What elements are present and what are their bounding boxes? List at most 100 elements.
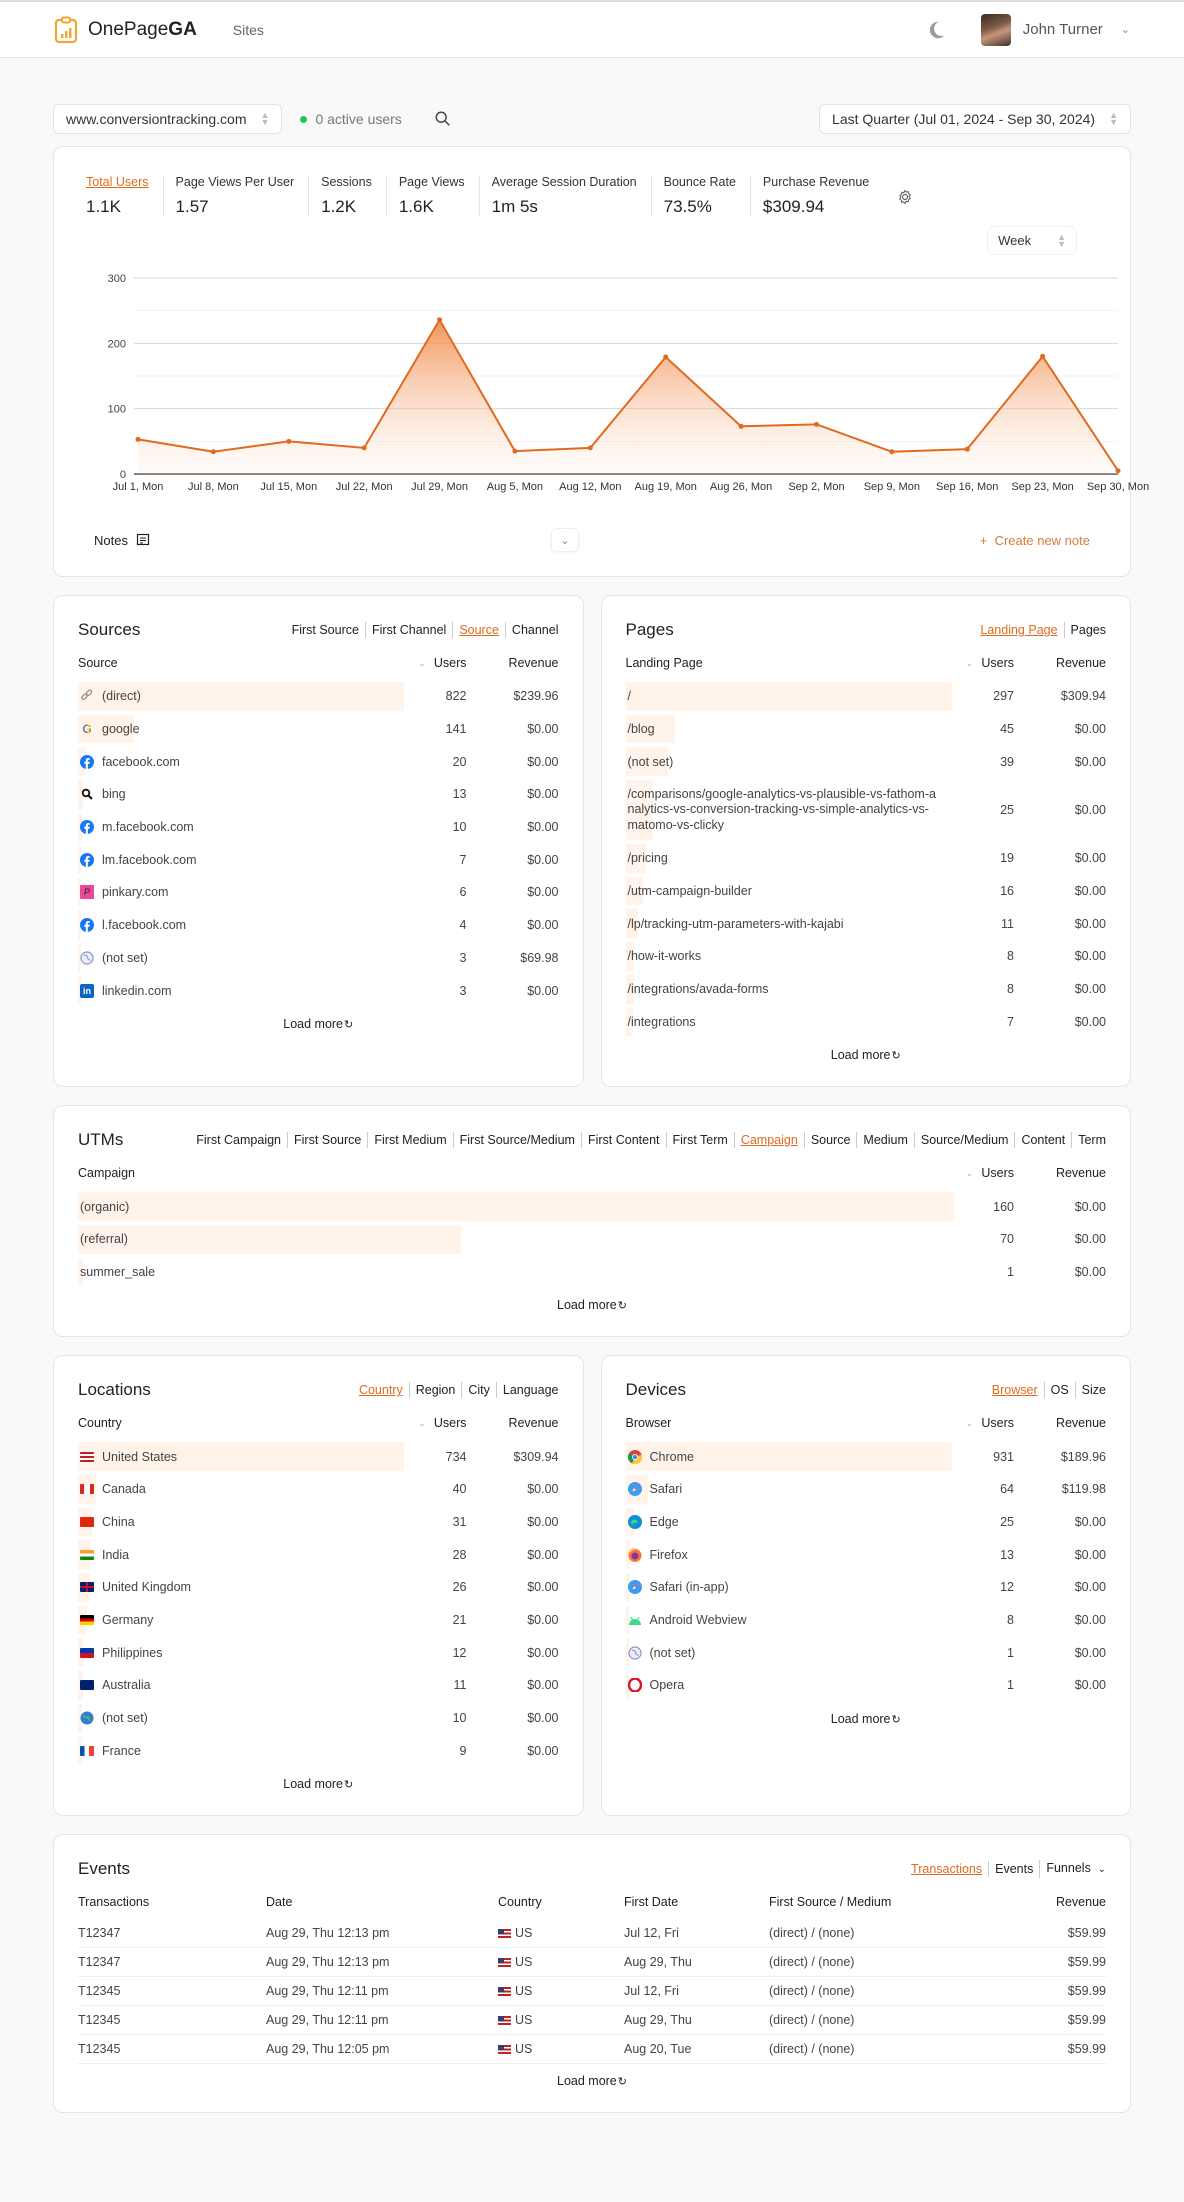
tab-language[interactable]: Language xyxy=(495,1382,559,1399)
table-row[interactable]: T12347 Aug 29, Thu 12:13 pm US Jul 12, Fri (… xyxy=(78,1919,1106,1949)
column-header-revenue[interactable]: Revenue xyxy=(467,1416,558,1430)
table-row[interactable]: (organic) 160 $0.00 xyxy=(78,1190,1106,1223)
table-row[interactable]: Opera 1 $0.00 xyxy=(625,1669,1106,1702)
tab-landing-page[interactable]: Landing Page xyxy=(974,622,1063,638)
table-row[interactable]: (not set) 3 $69.98 xyxy=(78,942,559,975)
metric-label[interactable]: Purchase Revenue xyxy=(763,175,869,189)
metric-5[interactable]: Bounce Rate 73.5% xyxy=(652,175,751,217)
tab-content[interactable]: Content xyxy=(1014,1132,1071,1149)
column-header-revenue[interactable]: Revenue xyxy=(467,656,558,670)
table-row[interactable]: in linkedin.com 3 $0.00 xyxy=(78,974,559,1007)
table-row[interactable]: /integrations 7 $0.00 xyxy=(625,1006,1106,1039)
data-point[interactable] xyxy=(210,449,216,455)
table-row[interactable]: (direct) 822 $239.96 xyxy=(78,680,559,713)
data-point[interactable] xyxy=(663,354,669,360)
table-row[interactable]: United Kingdom 26 $0.00 xyxy=(78,1571,559,1604)
table-row[interactable]: (referral) 70 $0.00 xyxy=(78,1223,1106,1256)
date-range-selector[interactable]: Last Quarter (Jul 01, 2024 - Sep 30, 202… xyxy=(819,104,1131,134)
metric-label[interactable]: Total Users xyxy=(86,175,149,189)
table-row[interactable]: /how-it-works 8 $0.00 xyxy=(625,940,1106,973)
column-header-users[interactable]: ⌄ Users xyxy=(938,656,1014,670)
column-header-users[interactable]: ⌄ Users xyxy=(938,1166,1014,1180)
table-row[interactable]: Safari 64 $119.98 xyxy=(625,1473,1106,1506)
tab-first-medium[interactable]: First Medium xyxy=(367,1132,452,1149)
table-row[interactable]: Canada 40 $0.00 xyxy=(78,1473,559,1506)
column-header-revenue[interactable]: Revenue xyxy=(1014,656,1106,670)
tab-medium[interactable]: Medium xyxy=(856,1132,913,1149)
chevron-down-icon[interactable]: ⌄ xyxy=(1121,23,1130,36)
table-row[interactable]: United States 734 $309.94 xyxy=(78,1440,559,1473)
table-row[interactable]: Android Webview 8 $0.00 xyxy=(625,1604,1106,1637)
table-row[interactable]: Ggoogle 141 $0.00 xyxy=(78,713,559,746)
data-point[interactable] xyxy=(512,448,518,454)
metric-3[interactable]: Page Views 1.6K xyxy=(387,175,480,217)
load-more-button[interactable]: Load more↻ xyxy=(626,1048,1107,1062)
metric-1[interactable]: Page Views Per User 1.57 xyxy=(164,175,310,217)
data-point[interactable] xyxy=(135,436,141,442)
load-more-button[interactable]: Load more↻ xyxy=(626,1712,1107,1726)
table-row[interactable]: Ppinkary.com 6 $0.00 xyxy=(78,876,559,909)
data-point[interactable] xyxy=(889,449,895,455)
table-row[interactable]: /297 $309.94 xyxy=(625,680,1106,713)
data-point[interactable] xyxy=(286,438,292,444)
table-row[interactable]: lm.facebook.com 7 $0.00 xyxy=(78,843,559,876)
column-header-revenue[interactable]: Revenue xyxy=(1014,1166,1106,1180)
tab-funnels[interactable]: Funnels ⌄ xyxy=(1039,1860,1106,1879)
settings-gear-icon[interactable] xyxy=(897,189,913,205)
table-row[interactable]: Germany 21 $0.00 xyxy=(78,1604,559,1637)
load-more-button[interactable]: Load more↻ xyxy=(78,1017,559,1031)
search-icon[interactable] xyxy=(434,110,452,128)
user-name[interactable]: John Turner xyxy=(1023,21,1103,38)
table-row[interactable]: T12345 Aug 29, Thu 12:05 pm US Aug 20, Tue (… xyxy=(78,2035,1106,2065)
site-selector[interactable]: www.conversiontracking.com ▲ ▼ xyxy=(53,104,283,134)
dark-mode-toggle-icon[interactable] xyxy=(925,19,947,41)
tab-transactions[interactable]: Transactions xyxy=(905,1861,988,1877)
table-row[interactable]: l.facebook.com 4 $0.00 xyxy=(78,909,559,942)
nav-sites-link[interactable]: Sites xyxy=(233,22,264,38)
table-row[interactable]: T12345 Aug 29, Thu 12:11 pm US Jul 12, Fri (… xyxy=(78,1977,1106,2007)
metric-2[interactable]: Sessions 1.2K xyxy=(309,175,387,217)
table-row[interactable]: T12345 Aug 29, Thu 12:11 pm US Aug 29, Thu (… xyxy=(78,2006,1106,2036)
tab-campaign[interactable]: Campaign xyxy=(733,1132,804,1149)
column-header-revenue[interactable]: Revenue xyxy=(1014,1416,1106,1430)
create-note-button[interactable]: + Create new note xyxy=(980,533,1090,548)
tab-first-term[interactable]: First Term xyxy=(665,1132,734,1149)
table-row[interactable]: /lp/tracking-utm-parameters-with-kajabi 1… xyxy=(625,907,1106,940)
expand-chevron-button[interactable]: ⌄ xyxy=(550,528,579,552)
avatar[interactable] xyxy=(980,13,1011,46)
metric-0[interactable]: Total Users 1.1K xyxy=(86,175,164,217)
load-more-button[interactable]: Load more↻ xyxy=(78,1298,1106,1312)
data-point[interactable] xyxy=(437,317,443,323)
data-point[interactable] xyxy=(813,421,819,427)
table-row[interactable]: /utm-campaign-builder 16 $0.00 xyxy=(625,875,1106,908)
tab-source[interactable]: Source xyxy=(452,622,505,638)
table-row[interactable]: /comparisons/google-analytics-vs-plausib… xyxy=(625,778,1106,842)
table-row[interactable]: /blog 45 $0.00 xyxy=(625,713,1106,746)
metric-4[interactable]: Average Session Duration 1m 5s xyxy=(480,175,652,217)
table-row[interactable]: T12347 Aug 29, Thu 12:13 pm US Aug 29, Thu (… xyxy=(78,1948,1106,1978)
table-row[interactable]: Safari (in-app) 12 $0.00 xyxy=(625,1571,1106,1604)
metric-label[interactable]: Sessions xyxy=(321,175,372,189)
table-row[interactable]: m.facebook.com 10 $0.00 xyxy=(78,811,559,844)
metric-6[interactable]: Purchase Revenue $309.94 xyxy=(751,175,883,217)
table-row[interactable]: India 28 $0.00 xyxy=(78,1538,559,1571)
tab-first-source[interactable]: First Source xyxy=(287,1132,367,1149)
table-row[interactable]: /pricing 19 $0.00 xyxy=(625,842,1106,875)
data-point[interactable] xyxy=(1115,468,1121,474)
tab-first-channel[interactable]: First Channel xyxy=(364,622,452,638)
metric-label[interactable]: Page Views xyxy=(399,175,465,189)
metric-label[interactable]: Average Session Duration xyxy=(492,175,637,189)
table-row[interactable]: (not set) 1 $0.00 xyxy=(625,1636,1106,1669)
granularity-selector[interactable]: Week ▲ ▼ xyxy=(988,227,1076,254)
table-row[interactable]: bing 13 $0.00 xyxy=(78,778,559,811)
table-row[interactable]: France 9 $0.00 xyxy=(78,1734,559,1767)
tab-os[interactable]: OS xyxy=(1043,1382,1075,1399)
table-row[interactable]: (not set) 39 $0.00 xyxy=(625,745,1106,778)
tab-pages[interactable]: Pages xyxy=(1063,622,1106,638)
load-more-button[interactable]: Load more↻ xyxy=(78,1777,559,1791)
load-more-button[interactable]: Load more↻ xyxy=(78,2074,1106,2088)
tab-source-medium[interactable]: Source/Medium xyxy=(913,1132,1015,1149)
tab-country[interactable]: Country xyxy=(353,1382,409,1398)
tab-first-campaign[interactable]: First Campaign xyxy=(190,1132,287,1148)
column-header-users[interactable]: ⌄ Users xyxy=(938,1416,1014,1430)
